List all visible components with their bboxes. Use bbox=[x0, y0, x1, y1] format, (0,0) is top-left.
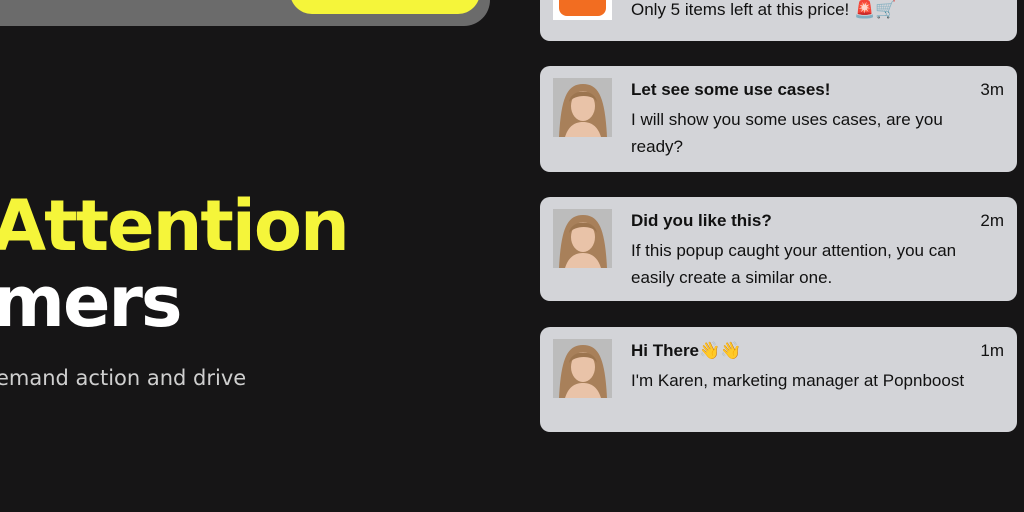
hero-subtitle: emand action and drive bbox=[0, 366, 247, 390]
notification-body: I'm Karen, marketing manager at Popnboos… bbox=[631, 371, 965, 390]
notification-time: 3m bbox=[980, 80, 1004, 99]
notification-body: Only 5 items left at this price! 🚨🛒 bbox=[631, 0, 897, 19]
notification-title: Did you like this? bbox=[631, 211, 772, 230]
notification-card[interactable]: Only 5 items left at this price! 🚨🛒 bbox=[540, 0, 1017, 41]
cta-button[interactable] bbox=[290, 0, 480, 14]
notification-time: 2m bbox=[980, 211, 1004, 230]
hero-heading-line1: Attention bbox=[0, 185, 350, 267]
notification-body: I will show you some uses cases, are you… bbox=[631, 110, 943, 156]
notification-card[interactable]: Let see some use cases! 3m I will show y… bbox=[540, 66, 1017, 172]
shop-logo-icon bbox=[553, 0, 612, 20]
notification-title: Let see some use cases! bbox=[631, 80, 831, 99]
notification-card[interactable]: Did you like this? 2m If this popup caug… bbox=[540, 197, 1017, 301]
avatar bbox=[553, 339, 612, 398]
notification-title: Hi There👋👋 bbox=[631, 341, 742, 360]
hero-heading-line2: mers bbox=[0, 261, 183, 343]
notification-body: If this popup caught your attention, you… bbox=[631, 241, 957, 287]
notification-card[interactable]: Hi There👋👋 1m I'm Karen, marketing manag… bbox=[540, 327, 1017, 432]
avatar bbox=[553, 209, 612, 268]
avatar bbox=[553, 78, 612, 137]
notification-time: 1m bbox=[980, 341, 1004, 360]
